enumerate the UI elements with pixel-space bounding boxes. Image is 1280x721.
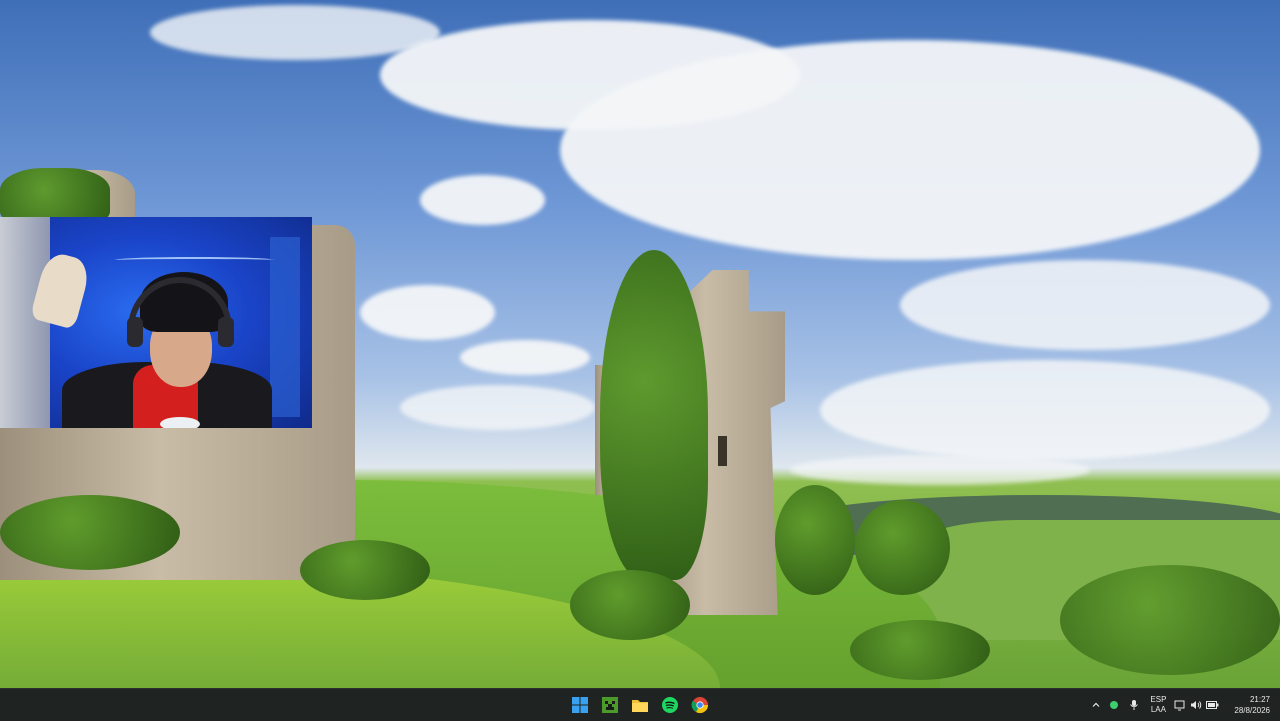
system-tray: ESP LAA 21:27 28/8/2026: [1088, 689, 1280, 721]
chrome-button[interactable]: [688, 692, 712, 718]
ivy: [600, 250, 708, 580]
cloud: [420, 175, 545, 225]
network-icon[interactable]: [1172, 700, 1188, 711]
headphone-cup: [218, 317, 234, 347]
neon-light: [115, 257, 275, 263]
clock[interactable]: 21:27 28/8/2026: [1234, 694, 1280, 716]
shelf: [270, 237, 300, 417]
room-wall: [0, 217, 50, 428]
cloud: [900, 260, 1270, 350]
microphone-icon[interactable]: [1124, 699, 1144, 711]
bush: [0, 495, 180, 570]
spotify-icon: [662, 697, 678, 713]
cloud: [400, 385, 595, 430]
webcam-overlay: [0, 217, 312, 428]
cloud: [820, 360, 1270, 460]
hand: [160, 417, 200, 428]
minecraft-button[interactable]: [598, 692, 622, 718]
bush: [850, 620, 990, 680]
chrome-icon: [691, 697, 709, 714]
clock-date: 28/8/2026: [1234, 706, 1270, 715]
tree: [1060, 565, 1280, 675]
tree: [775, 485, 855, 595]
folder-icon: [632, 700, 648, 712]
cloud: [790, 455, 1090, 485]
cloud: [560, 40, 1260, 260]
taskbar-apps: [568, 692, 712, 718]
battery-icon[interactable]: [1204, 701, 1220, 709]
minecraft-icon: [602, 697, 618, 713]
chevron-up-icon[interactable]: [1088, 700, 1104, 710]
spotify-button[interactable]: [658, 692, 682, 718]
headphone-cup: [127, 317, 143, 347]
cloud: [360, 285, 495, 340]
bush: [300, 540, 430, 600]
language-line1: ESP: [1150, 695, 1167, 704]
start-button[interactable]: [568, 692, 592, 718]
tower-window: [718, 436, 727, 466]
windows-logo-icon: [572, 697, 588, 713]
file-explorer-button[interactable]: [628, 692, 652, 718]
taskbar: ESP LAA 21:27 28/8/2026: [0, 688, 1280, 721]
volume-icon[interactable]: [1188, 700, 1204, 710]
ivy: [0, 168, 110, 223]
cloud: [150, 5, 440, 60]
language-line2: LAA: [1150, 705, 1166, 714]
bush: [570, 570, 690, 640]
cloud: [460, 340, 590, 375]
clock-time: 21:27: [1249, 695, 1270, 704]
language-indicator[interactable]: ESP LAA: [1150, 695, 1166, 715]
status-dot-icon[interactable]: [1104, 700, 1124, 710]
tree: [855, 500, 950, 595]
